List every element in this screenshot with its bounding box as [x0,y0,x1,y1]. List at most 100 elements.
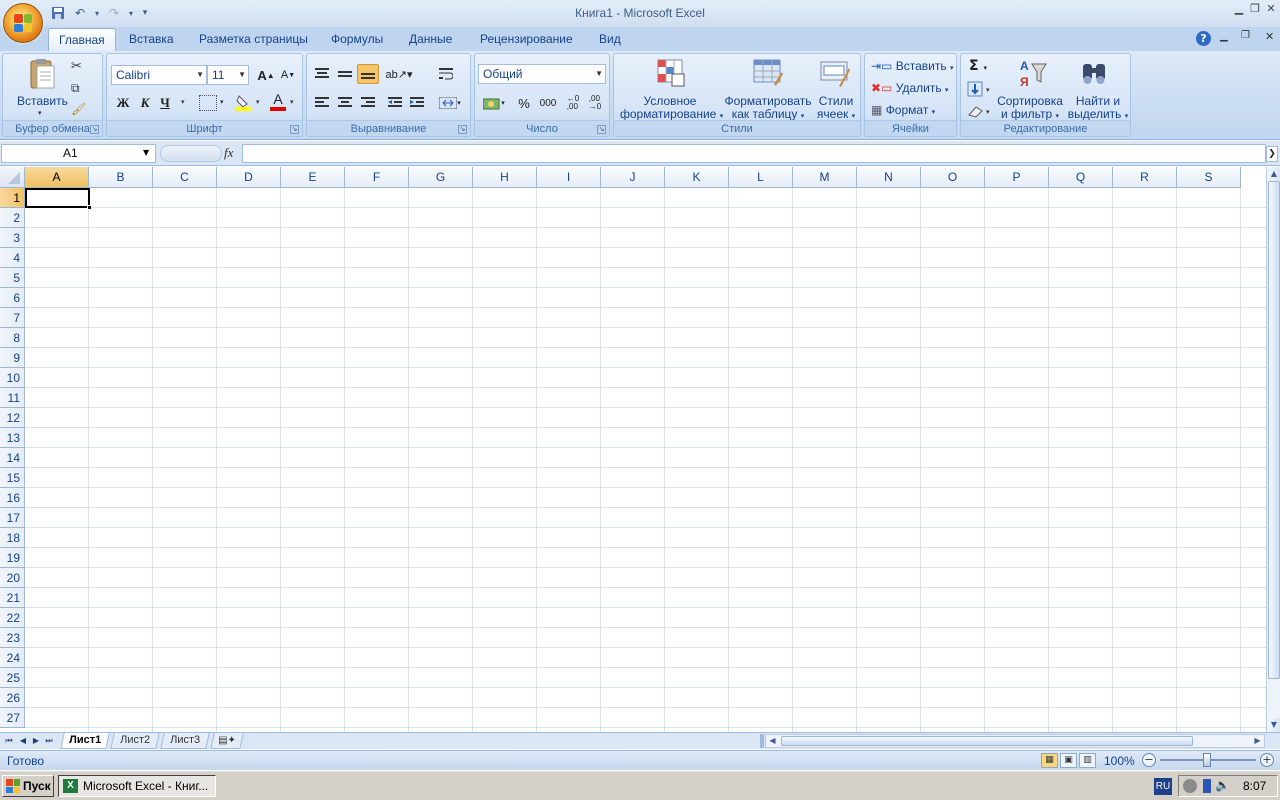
column-header-r[interactable]: R [1113,167,1177,188]
clipboard-launcher-icon[interactable]: ↘ [90,125,99,134]
worksheet-grid[interactable]: ABCDEFGHIJKLMNOPQRS 1 2 3 4 5 6 7 8 9 10 11 12 13 14 1… [0,167,1266,732]
row-header-27[interactable]: 27 [0,708,25,728]
column-header-i[interactable]: I [537,167,601,188]
tab-formulas[interactable]: Формулы [321,28,393,51]
tab-insert[interactable]: Вставка [119,28,184,51]
select-all-button[interactable] [0,167,25,188]
row-header-3[interactable]: 3 [0,228,25,248]
tab-split-handle[interactable] [760,734,764,748]
column-header-q[interactable]: Q [1049,167,1113,188]
column-header-g[interactable]: G [409,167,473,188]
clear-icon[interactable]: ▾ [967,103,993,121]
cell-styles-icon[interactable] [819,58,851,88]
tab-home[interactable]: Главная [48,28,116,51]
tray-app-icon[interactable] [1183,779,1197,793]
insert-cells-button[interactable]: ⇥▭ Вставить ▾ [871,59,955,77]
row-header-19[interactable]: 19 [0,548,25,568]
align-left-icon[interactable] [311,93,333,113]
grow-font-button[interactable]: A ▲ [255,65,277,85]
percent-style-button[interactable]: % [513,93,535,113]
next-sheet-icon[interactable]: ▶ [30,734,42,748]
zoom-out-icon[interactable]: − [1142,753,1156,767]
paste-icon[interactable] [27,58,57,92]
row-header-7[interactable]: 7 [0,308,25,328]
font-launcher-icon[interactable]: ↘ [290,125,299,134]
cell-styles-button[interactable]: Стили ячеек ▾ [814,95,858,123]
page-layout-view-icon[interactable]: ▣ [1060,753,1077,768]
column-header-p[interactable]: P [985,167,1049,188]
vertical-scrollbar[interactable]: ▲ ▼ [1266,167,1280,732]
copy-icon[interactable]: ⧉ [71,81,80,96]
row-header-2[interactable]: 2 [0,208,25,228]
find-select-button[interactable]: Найти и выделить ▾ [1065,95,1131,123]
row-header-4[interactable]: 4 [0,248,25,268]
cells-area[interactable] [25,188,1266,732]
row-header-18[interactable]: 18 [0,528,25,548]
wrap-text-icon[interactable] [435,64,457,84]
column-header-c[interactable]: C [153,167,217,188]
row-header-16[interactable]: 16 [0,488,25,508]
insert-function-button[interactable]: fx [224,145,233,161]
fill-icon[interactable]: ▾ [967,81,993,99]
bold-button[interactable]: Ж [112,93,134,113]
expand-formula-bar-icon[interactable]: ❯ [1266,146,1278,162]
row-header-24[interactable]: 24 [0,648,25,668]
tray-device-icon[interactable] [1203,779,1211,793]
close-button[interactable]: ✕ [1262,2,1280,16]
sheet-tab-2[interactable]: Лист2 [110,733,160,749]
paste-button[interactable]: Вставить [17,95,68,108]
italic-button[interactable]: К [134,93,156,113]
row-header-11[interactable]: 11 [0,388,25,408]
borders-icon[interactable] [199,95,217,111]
align-right-icon[interactable] [357,93,379,113]
align-top-icon[interactable] [311,64,333,84]
column-header-f[interactable]: F [345,167,409,188]
fill-handle[interactable] [87,205,92,210]
underline-button[interactable]: Ч [156,93,174,113]
column-header-e[interactable]: E [281,167,345,188]
autosum-icon[interactable]: Σ ▾ [969,58,987,74]
language-indicator[interactable]: RU [1154,778,1172,795]
column-header-n[interactable]: N [857,167,921,188]
name-box[interactable]: A1 [1,144,156,163]
paste-dropdown-icon[interactable]: ▾ [38,109,42,117]
workbook-minimize-button[interactable]: ▁ [1220,31,1228,42]
insert-sheet-button[interactable]: ▤✦ [210,733,244,749]
last-sheet-icon[interactable]: ⏭ [43,734,55,748]
normal-view-icon[interactable]: ▦ [1041,753,1058,768]
cut-icon[interactable]: ✂ [71,59,82,74]
scroll-up-icon[interactable]: ▲ [1267,167,1280,181]
scroll-down-icon[interactable]: ▼ [1267,718,1280,732]
format-as-table-icon[interactable] [752,58,784,88]
page-break-view-icon[interactable]: ▥ [1079,753,1096,768]
row-header-15[interactable]: 15 [0,468,25,488]
fill-color-icon[interactable] [235,93,253,111]
row-header-6[interactable]: 6 [0,288,25,308]
tab-page-layout[interactable]: Разметка страницы [189,28,318,51]
fill-color-dropdown-icon[interactable]: ▾ [256,98,260,106]
row-header-1[interactable]: 1 [0,188,25,208]
column-header-h[interactable]: H [473,167,537,188]
row-header-9[interactable]: 9 [0,348,25,368]
borders-dropdown-icon[interactable]: ▾ [220,98,224,106]
sort-filter-button[interactable]: Сортировка и фильтр ▾ [997,95,1063,123]
comma-style-button[interactable]: 000 [536,93,560,113]
tab-data[interactable]: Данные [399,28,462,51]
tab-view[interactable]: Вид [589,28,631,51]
column-header-m[interactable]: M [793,167,857,188]
delete-cells-button[interactable]: ✖▭ Удалить ▾ [871,81,955,99]
office-button[interactable] [3,3,43,43]
row-header-13[interactable]: 13 [0,428,25,448]
horizontal-scrollbar[interactable]: ◀ ▶ [765,734,1265,748]
format-as-table-button[interactable]: Форматировать как таблицу ▾ [722,95,814,123]
font-color-icon[interactable]: A [270,92,286,111]
orientation-icon[interactable]: ab↗▾ [384,64,414,84]
active-cell[interactable] [25,188,90,208]
align-center-icon[interactable] [334,93,356,113]
row-header-25[interactable]: 25 [0,668,25,688]
prev-sheet-icon[interactable]: ◀ [17,734,29,748]
increase-decimal-icon[interactable]: ←0,00 [562,93,584,113]
sheet-tab-1[interactable]: Лист1 [60,733,110,749]
decrease-indent-icon[interactable] [384,93,406,113]
column-header-a[interactable]: A [25,167,89,188]
